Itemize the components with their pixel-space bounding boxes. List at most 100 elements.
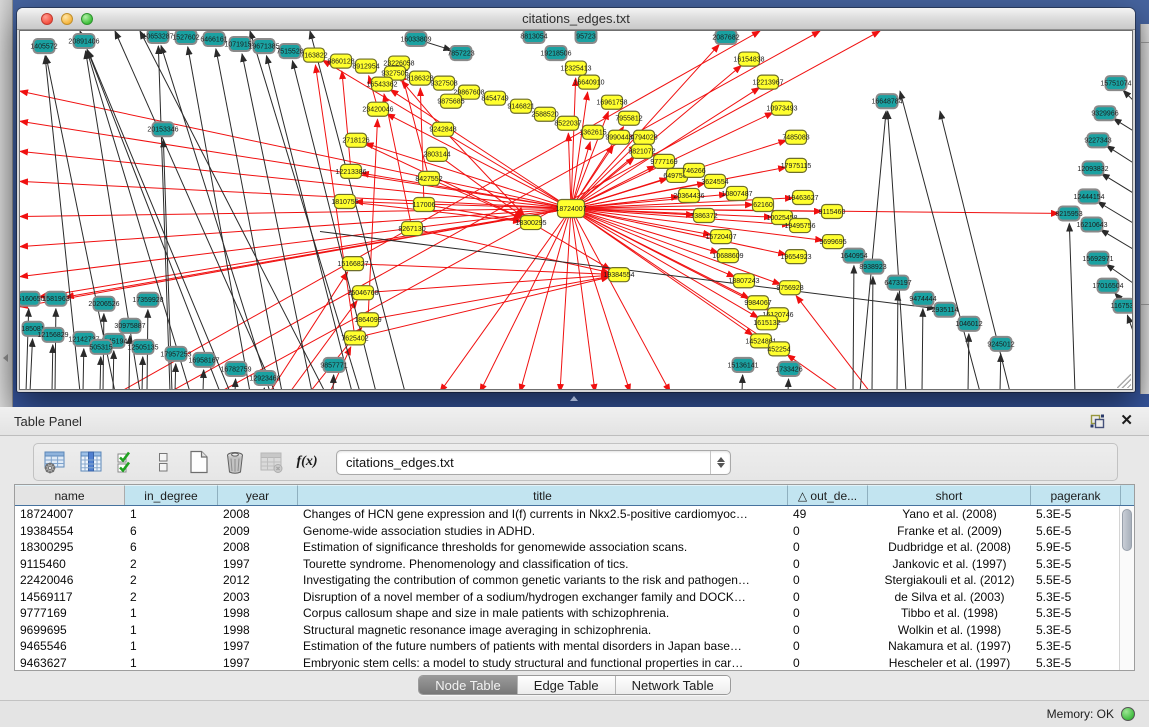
citation-edge-black[interactable]: [900, 91, 980, 390]
graph-node[interactable]: 6473197: [884, 276, 911, 290]
citation-edge-black[interactable]: [788, 379, 789, 390]
graph-node[interactable]: 9327508: [430, 76, 457, 90]
table-row[interactable]: 1830029562008Estimation of significance …: [15, 539, 1134, 556]
collapse-arrow-icon[interactable]: [3, 354, 8, 362]
graph-node[interactable]: 7955812: [615, 111, 642, 125]
graph-node[interactable]: 20891406: [68, 34, 99, 48]
graph-node[interactable]: 19384554: [603, 268, 634, 282]
scrollbar-thumb[interactable]: [1122, 509, 1132, 551]
citation-edge-black[interactable]: [52, 345, 53, 390]
rows-icon[interactable]: [148, 449, 178, 475]
graph-node[interactable]: 7163822: [300, 48, 327, 62]
citation-edge-black[interactable]: [1000, 354, 1001, 390]
graph-node[interactable]: 9756928: [776, 281, 803, 295]
citation-edge-black[interactable]: [242, 54, 312, 390]
graph-node[interactable]: 15692971: [1082, 252, 1113, 266]
tab-network-table[interactable]: Network Table: [616, 676, 730, 694]
graph-node[interactable]: 16961758: [596, 95, 627, 109]
window-titlebar[interactable]: citations_edges.txt: [17, 8, 1135, 30]
graph-node[interactable]: 12923468: [249, 371, 280, 385]
table-row[interactable]: 946362711997Embryonic stem cells: a mode…: [15, 655, 1134, 672]
graph-node[interactable]: 452254: [767, 342, 790, 356]
table-row[interactable]: 977716911998Corpus callosum shape and si…: [15, 605, 1134, 622]
graph-node[interactable]: 9990443: [605, 130, 632, 144]
graph-node[interactable]: 15751074: [1100, 76, 1131, 90]
function-builder-icon[interactable]: f(x): [292, 449, 322, 475]
citation-edge-red[interactable]: [571, 144, 637, 208]
graph-node[interactable]: 9777169: [650, 154, 677, 168]
graph-node[interactable]: 9984067: [744, 296, 771, 310]
delete-trash-icon[interactable]: [220, 449, 250, 475]
graph-node[interactable]: 9227343: [1084, 133, 1111, 147]
citation-edge-red[interactable]: [368, 276, 609, 319]
citation-edge-black[interactable]: [922, 309, 923, 390]
tab-node-table[interactable]: Node Table: [419, 676, 518, 694]
column-header-name[interactable]: name: [15, 485, 125, 505]
citation-edge-black[interactable]: [216, 49, 282, 390]
column-header-title[interactable]: title: [298, 485, 788, 505]
select-all-checks-icon[interactable]: [112, 449, 142, 475]
tab-edge-table[interactable]: Edge Table: [518, 676, 616, 694]
table-row[interactable]: 1872400712008Changes of HCN gene express…: [15, 506, 1134, 523]
graph-node[interactable]: 17359928: [132, 293, 163, 307]
citation-edge-black[interactable]: [235, 379, 236, 390]
column-header-out_degree[interactable]: △ out_de...: [788, 485, 868, 505]
graph-node[interactable]: 62160: [753, 197, 774, 211]
citation-edge-black[interactable]: [1106, 146, 1133, 164]
column-header-in_degree[interactable]: in_degree: [125, 485, 218, 505]
citation-edge-black[interactable]: [188, 47, 250, 390]
graph-node[interactable]: 505315: [89, 340, 112, 354]
vertical-scrollbar[interactable]: [1119, 506, 1134, 670]
citation-edge-red[interactable]: [571, 208, 595, 390]
column-header-pagerank[interactable]: pagerank: [1031, 485, 1121, 505]
graph-node[interactable]: 1362615: [579, 125, 606, 139]
graph-node[interactable]: 12093832: [1077, 161, 1108, 175]
graph-node[interactable]: 16210643: [1076, 218, 1107, 232]
graph-node[interactable]: 15136141: [727, 358, 758, 372]
column-header-short[interactable]: short: [868, 485, 1031, 505]
table-settings-icon[interactable]: [40, 449, 70, 475]
graph-node[interactable]: 9329966: [1091, 106, 1118, 120]
graph-node[interactable]: 19463627: [787, 190, 818, 204]
citation-edge-red[interactable]: [363, 275, 609, 292]
citation-edge-red[interactable]: [480, 208, 571, 390]
table-source-combobox[interactable]: citations_edges.txt: [336, 450, 731, 475]
graph-node[interactable]: 12156829: [37, 328, 68, 342]
graph-node[interactable]: 12213386: [335, 164, 366, 178]
graph-node[interactable]: 8454749: [481, 91, 508, 105]
citation-edge-black[interactable]: [30, 339, 33, 390]
citation-edge-red[interactable]: [20, 208, 571, 246]
graph-node[interactable]: 4794028: [630, 130, 657, 144]
graph-node[interactable]: 2935114: [932, 303, 959, 317]
memory-indicator-icon[interactable]: [1121, 707, 1135, 721]
citation-edge-red[interactable]: [437, 154, 523, 216]
graph-node[interactable]: 9821072: [628, 144, 655, 158]
graph-node[interactable]: 23420046: [362, 102, 393, 116]
table-row[interactable]: 2242004622012Investigating the contribut…: [15, 572, 1134, 589]
graph-node[interactable]: 8938923: [859, 260, 886, 274]
citation-edge-black[interactable]: [872, 277, 873, 390]
graph-node[interactable]: 1810755: [331, 194, 358, 208]
graph-node[interactable]: 9699695: [819, 235, 846, 249]
citation-edge-red[interactable]: [402, 73, 429, 179]
graph-node[interactable]: 746266: [682, 163, 705, 177]
graph-node[interactable]: 8860128: [327, 54, 354, 68]
graph-node[interactable]: 19671385: [248, 39, 279, 53]
graph-node[interactable]: 12444154: [1073, 189, 1104, 203]
graph-node[interactable]: 9875685: [437, 94, 464, 108]
citation-edge-black[interactable]: [1101, 230, 1133, 250]
graph-node[interactable]: 20153346: [147, 122, 178, 136]
graph-node[interactable]: 2718126: [342, 133, 369, 147]
graph-node[interactable]: 12505135: [127, 340, 158, 354]
graph-node[interactable]: 16958167: [188, 353, 219, 367]
graph-node[interactable]: 8912954: [352, 59, 379, 73]
window-resize-grip[interactable]: [1117, 374, 1131, 388]
graph-node[interactable]: 20206526: [88, 297, 119, 311]
graph-node[interactable]: 1527602: [172, 31, 199, 44]
combobox-spinner-icon[interactable]: [710, 451, 730, 474]
graph-node[interactable]: 15720407: [705, 230, 736, 244]
graph-node[interactable]: 7625402: [341, 331, 368, 345]
graph-node[interactable]: 12325413: [560, 61, 591, 75]
graph-node[interactable]: 95723: [576, 31, 597, 43]
citation-edge-red[interactable]: [355, 277, 609, 338]
